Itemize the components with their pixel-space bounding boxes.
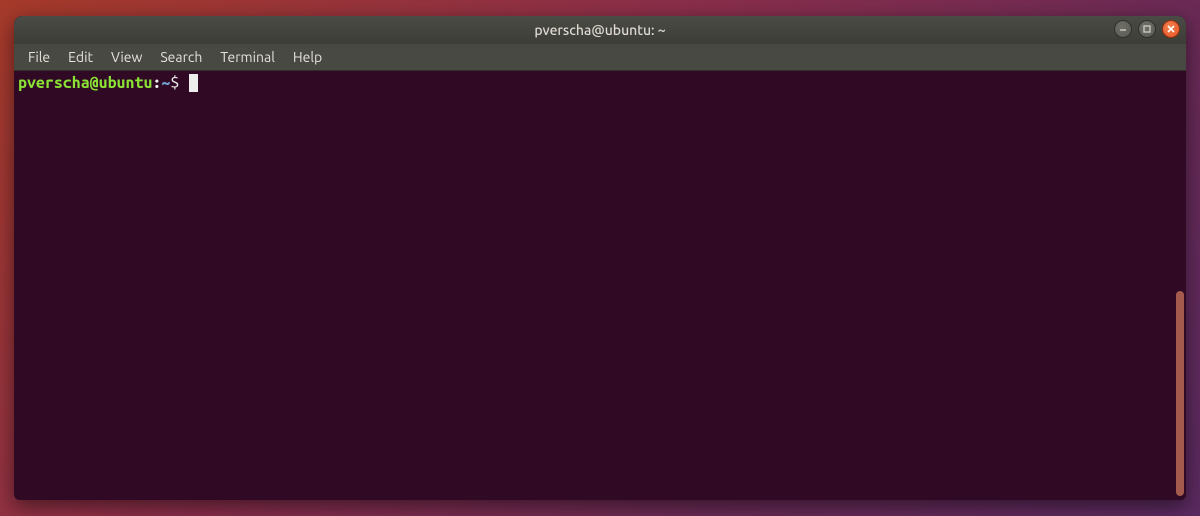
prompt-user-host: pverscha@ubuntu bbox=[18, 74, 152, 92]
menu-terminal[interactable]: Terminal bbox=[212, 47, 283, 67]
close-icon bbox=[1166, 24, 1176, 34]
maximize-icon bbox=[1142, 24, 1152, 34]
close-button[interactable] bbox=[1162, 20, 1180, 38]
prompt-path: ~ bbox=[161, 74, 170, 92]
menu-view[interactable]: View bbox=[103, 47, 150, 67]
terminal-window: pverscha@ubuntu: ~ File Edit View Search… bbox=[14, 16, 1186, 500]
menu-file[interactable]: File bbox=[20, 47, 58, 67]
terminal-area[interactable]: pverscha@ubuntu:~$ bbox=[14, 71, 1186, 500]
menubar: File Edit View Search Terminal Help bbox=[14, 44, 1186, 71]
prompt-symbol: $ bbox=[170, 74, 179, 92]
titlebar[interactable]: pverscha@ubuntu: ~ bbox=[14, 16, 1186, 44]
window-title: pverscha@ubuntu: ~ bbox=[14, 22, 1186, 38]
minimize-button[interactable] bbox=[1114, 20, 1132, 38]
cursor bbox=[189, 74, 198, 92]
terminal-content: pverscha@ubuntu:~$ bbox=[18, 73, 1172, 500]
scrollbar[interactable] bbox=[1174, 71, 1186, 500]
menu-search[interactable]: Search bbox=[152, 47, 210, 67]
scroll-thumb[interactable] bbox=[1176, 291, 1184, 496]
window-controls bbox=[1114, 20, 1180, 38]
menu-edit[interactable]: Edit bbox=[60, 47, 101, 67]
menu-help[interactable]: Help bbox=[285, 47, 330, 67]
maximize-button[interactable] bbox=[1138, 20, 1156, 38]
minimize-icon bbox=[1118, 24, 1128, 34]
